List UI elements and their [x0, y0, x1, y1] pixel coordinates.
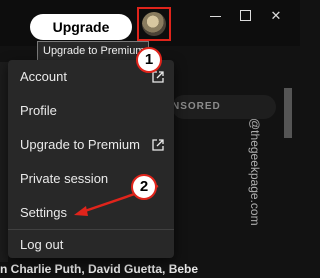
menu-item-label: Private session: [20, 171, 109, 186]
menu-item-profile[interactable]: Profile: [8, 98, 174, 124]
external-link-icon: [152, 71, 164, 83]
upgrade-tooltip: Upgrade to Premium: [37, 41, 149, 61]
menu-divider: [8, 229, 174, 230]
maximize-icon[interactable]: [236, 6, 256, 26]
menu-item-label: Account: [20, 69, 67, 84]
close-icon[interactable]: ✕: [266, 6, 286, 26]
external-link-icon: [152, 139, 164, 151]
menu-item-label: Log out: [20, 237, 64, 252]
menu-item-label: Upgrade to Premium: [20, 137, 140, 152]
menu-item-label: Settings: [20, 205, 67, 220]
profile-avatar[interactable]: [142, 12, 166, 36]
scrollbar[interactable]: [284, 88, 292, 138]
menu-item-logout[interactable]: Log out: [8, 232, 174, 258]
top-bar: Upgrade ✕: [0, 0, 300, 46]
watermark: @thegeekpage.com: [248, 118, 262, 226]
annotation-badge-1: 1: [136, 47, 162, 73]
menu-item-upgrade[interactable]: Upgrade to Premium: [8, 132, 174, 158]
menu-item-label: Profile: [20, 103, 57, 118]
upgrade-button[interactable]: Upgrade: [30, 14, 132, 40]
artist-list-text: n Charlie Puth, David Guetta, Bebe: [0, 262, 199, 276]
annotation-badge-2: 2: [131, 174, 157, 200]
minimize-icon[interactable]: [206, 6, 226, 26]
menu-item-settings[interactable]: Settings: [8, 200, 174, 226]
sponsored-badge: NSORED: [172, 95, 276, 119]
profile-menu: Account Profile Upgrade to Premium Priva…: [8, 60, 174, 258]
background-panel: [0, 62, 8, 262]
